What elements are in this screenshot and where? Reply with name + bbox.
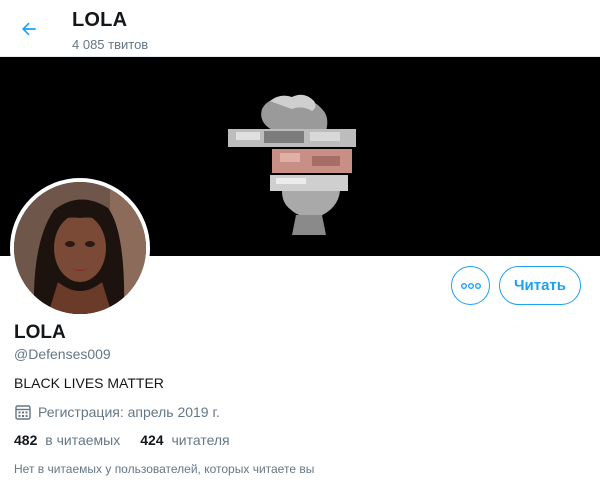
following-link[interactable]: 482 в читаемых — [14, 432, 120, 448]
joined-label: Регистрация: апрель 2019 г. — [38, 404, 220, 420]
profile-handle: @Defenses009 — [14, 346, 111, 362]
following-count: 482 — [14, 432, 38, 448]
profile-bio: BLACK LIVES MATTER — [14, 375, 164, 391]
following-label: в читаемых — [45, 432, 121, 448]
followers-link[interactable]: 424 читателя — [140, 432, 229, 448]
header-title: LOLA — [72, 9, 128, 31]
more-button[interactable] — [451, 266, 490, 305]
avatar-photo — [14, 182, 146, 314]
tweet-count: 4 085 твитов — [72, 37, 149, 52]
followers-label: читателя — [171, 432, 230, 448]
joined-date: Регистрация: апрель 2019 г. — [14, 403, 220, 421]
followers-count: 424 — [140, 432, 164, 448]
calendar-icon — [15, 405, 31, 420]
followers-you-know-note: Нет в читаемых у пользователей, которых … — [14, 462, 315, 476]
follow-button[interactable]: Читать — [499, 266, 581, 305]
arrow-left-icon — [22, 22, 36, 36]
back-button[interactable] — [12, 12, 46, 46]
profile-name: LOLA — [14, 322, 66, 343]
profile-stats: 482 в читаемых 424 читателя — [14, 432, 230, 448]
more-icon — [460, 282, 481, 289]
profile-header: LOLA 4 085 твитов — [0, 0, 600, 57]
avatar[interactable] — [10, 178, 150, 318]
